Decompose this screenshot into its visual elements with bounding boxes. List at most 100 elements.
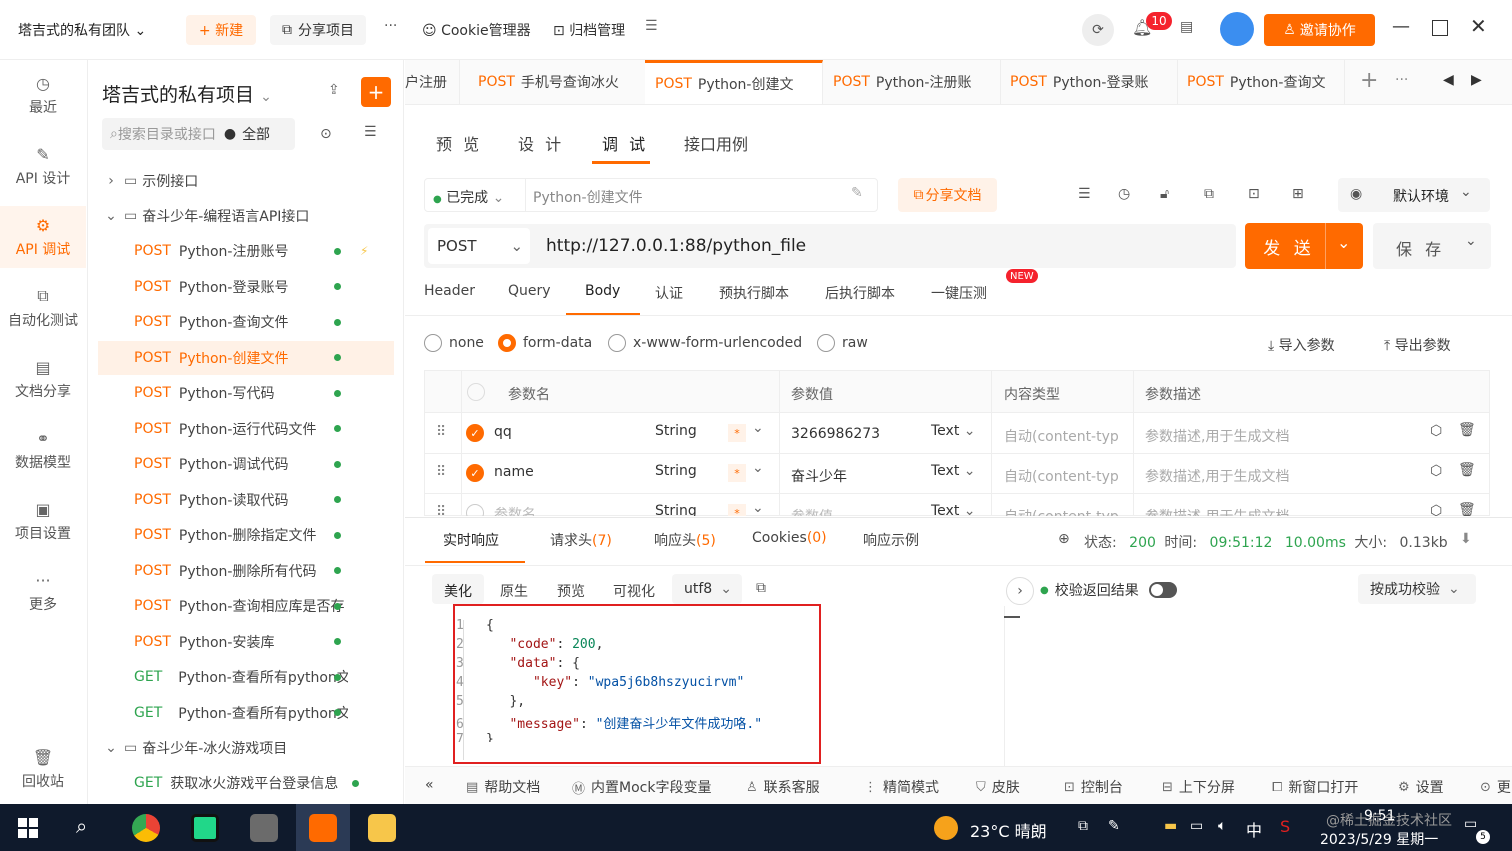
avatar[interactable] (1220, 12, 1254, 46)
history-icon[interactable]: ◷ (1118, 186, 1130, 202)
rail-trash[interactable]: 🗑︎ 回收站 (0, 738, 86, 800)
copy-icon[interactable]: ⧉ (756, 580, 766, 596)
tab-post-script[interactable]: 后执行脚本 (825, 283, 895, 303)
tab-auth[interactable]: 认证 (655, 283, 683, 303)
select-all-checkbox[interactable] (467, 383, 485, 401)
code-icon[interactable]: ⊡ (1248, 186, 1260, 202)
filter-select[interactable]: 全部 (242, 124, 270, 144)
fmt-tab-preview[interactable]: 预览 (557, 581, 585, 601)
volume-icon[interactable]: 🔈︎ (1218, 818, 1226, 834)
help-doc-button[interactable]: ▤ 帮助文档 (466, 777, 540, 797)
rail-api-design[interactable]: ✎ API 设计 (0, 135, 86, 197)
url-input[interactable]: http://127.0.0.1:88/python_file (546, 236, 806, 256)
list-icon[interactable]: ☰ (1078, 186, 1091, 202)
tree-search[interactable]: ⌕ 搜索目录或接口 ● 全部 (102, 118, 295, 150)
notification-icon[interactable]: ▭ (1464, 816, 1477, 832)
rail-data-model[interactable]: ⚭ 数据模型 (0, 419, 86, 481)
search-input[interactable]: 搜索目录或接口 (118, 124, 216, 144)
doc-icon[interactable]: ▤ (1180, 19, 1193, 35)
sogou-icon[interactable]: S (1280, 817, 1290, 836)
subtab-preview[interactable]: 预 览 (436, 131, 482, 155)
env-select[interactable]: ◉ 默认环境 ⌄ (1338, 178, 1490, 212)
tree-item[interactable]: POST Python-运行代码文件 (98, 412, 394, 446)
copy-icon[interactable]: ⧉ (1204, 186, 1214, 202)
fmt-tab-visual[interactable]: 可视化 (613, 581, 655, 601)
eye-icon[interactable]: ◉ (1350, 186, 1362, 202)
new-window-button[interactable]: ⧠ 新窗口打开 (1272, 777, 1358, 797)
support-button[interactable]: ♙ 联系客服 (746, 777, 820, 797)
more-button[interactable]: ⊙ 更 (1480, 777, 1511, 797)
chevron-down-icon[interactable]: ⌄ (1337, 233, 1350, 252)
task-view-icon[interactable]: ⧉ (1078, 818, 1088, 834)
validate-mode-select[interactable]: 按成功校验 ⌄ (1358, 574, 1476, 604)
more-menu-button[interactable]: ··· (384, 18, 397, 34)
sync-icon[interactable]: ⟳ (1082, 14, 1114, 46)
tree-item[interactable]: GET Python-查看所有python文 (98, 696, 394, 730)
fmt-tab-raw[interactable]: 原生 (500, 581, 528, 601)
tab-query[interactable]: Query (508, 283, 551, 299)
tab-request[interactable]: POST 手机号查询冰火 (468, 60, 646, 104)
skin-button[interactable]: ⛉ 皮肤 (976, 777, 1020, 797)
share-doc-button[interactable]: ⧉ 分享文档 (898, 178, 997, 212)
list-icon[interactable]: ☰ (645, 18, 658, 34)
edit-icon[interactable]: ✎ (851, 185, 863, 201)
split-screen-button[interactable]: ⊟ 上下分屏 (1162, 777, 1235, 797)
encoding-select[interactable]: utf8 ⌄ (672, 574, 742, 604)
pen-icon[interactable]: ✎ (1108, 818, 1120, 834)
console-button[interactable]: ⊡ 控制台 (1064, 777, 1123, 797)
tab-request[interactable]: 户注册 (405, 60, 460, 104)
radio-form-data[interactable]: form-data (498, 334, 592, 352)
tree-item[interactable]: POST Python-注册账号 ⚡ (98, 234, 394, 268)
status-select[interactable]: ● 已完成 ⌄ (433, 187, 504, 207)
tree-item[interactable]: POST Python-删除所有代码 (98, 554, 394, 588)
ime-indicator[interactable]: 中 (1246, 817, 1262, 841)
send-button[interactable]: 发 送 ⌄ (1245, 223, 1363, 269)
tree-item[interactable]: POST Python-安装库 (98, 625, 394, 659)
chevron-right-icon[interactable]: › (1006, 577, 1034, 605)
search-icon[interactable]: ⌕ (76, 814, 87, 838)
add-button[interactable]: + (361, 77, 391, 107)
folder-tray-icon[interactable]: ▬ (1164, 818, 1177, 834)
import-params-button[interactable]: ⤓ 导入参数 (1268, 335, 1335, 355)
tree-item[interactable]: POST Python-写代码 (98, 376, 394, 410)
subtab-design[interactable]: 设 计 (518, 131, 564, 155)
collapse-icon[interactable]: « (425, 777, 434, 793)
tree-item[interactable]: POST Python-创建文件 (98, 340, 394, 375)
tree-item-game[interactable]: GET 获取冰火游戏平台登录信息 (98, 766, 394, 800)
add-tab-button[interactable]: + (1360, 68, 1378, 93)
tree-item[interactable]: POST Python-读取代码 (98, 483, 394, 517)
close-button[interactable]: ✕ (1470, 14, 1487, 38)
tree-item[interactable]: GET Python-查看所有python文 (98, 660, 394, 694)
team-switcher[interactable]: 塔吉式的私有团队 ⌄ (18, 20, 146, 40)
toggle-switch[interactable] (1148, 582, 1177, 598)
folder-main[interactable]: ⌄ ▭ 奋斗少年-编程语言API接口 (98, 199, 394, 233)
lock-icon[interactable]: 🔓︎ (1160, 186, 1169, 202)
project-title[interactable]: 塔吉式的私有项目 ⌄ (102, 80, 272, 107)
chevron-down-icon[interactable]: ⌄ (1465, 233, 1477, 249)
invite-button[interactable]: ♙ 邀请协作 (1264, 14, 1375, 46)
import-icon[interactable]: ⇪ (328, 82, 340, 98)
rail-auto-test[interactable]: ⧉ 自动化测试 (0, 277, 86, 339)
export-params-button[interactable]: ⤒ 导出参数 (1384, 335, 1451, 355)
tab-request[interactable]: POST Python-注册账 (823, 60, 1001, 104)
tab-request-active[interactable]: POST Python-创建文 (645, 60, 823, 104)
archive-button[interactable]: ⊡ 归档管理 (553, 20, 625, 40)
folder-example[interactable]: › ▭ 示例接口 (98, 164, 394, 198)
minimize-button[interactable]: — (1392, 16, 1410, 37)
new-button[interactable]: + 新建 (186, 15, 256, 45)
resp-tab-live[interactable]: 实时响应 (443, 530, 499, 550)
windows-start-icon[interactable] (18, 818, 38, 838)
chrome-icon[interactable] (132, 814, 160, 842)
fmt-tab-pretty[interactable]: 美化 (444, 581, 472, 601)
pycharm-icon[interactable] (191, 814, 219, 842)
download-icon[interactable]: ⬇ (1460, 531, 1472, 547)
rail-recent[interactable]: ◷ 最近 (0, 64, 86, 126)
radio-raw[interactable]: raw (817, 334, 868, 352)
tab-header[interactable]: Header (424, 283, 475, 299)
rail-doc-share[interactable]: ▤ 文档分享 (0, 348, 86, 410)
settings-button[interactable]: ⚙ 设置 (1398, 777, 1444, 797)
tab-stress-test[interactable]: 一键压测 (931, 283, 987, 303)
mock-vars-button[interactable]: Ⓜ 内置Mock字段变量 (572, 777, 711, 797)
tab-body[interactable]: Body (585, 283, 620, 299)
method-select[interactable]: POST ⌄ (428, 228, 530, 264)
